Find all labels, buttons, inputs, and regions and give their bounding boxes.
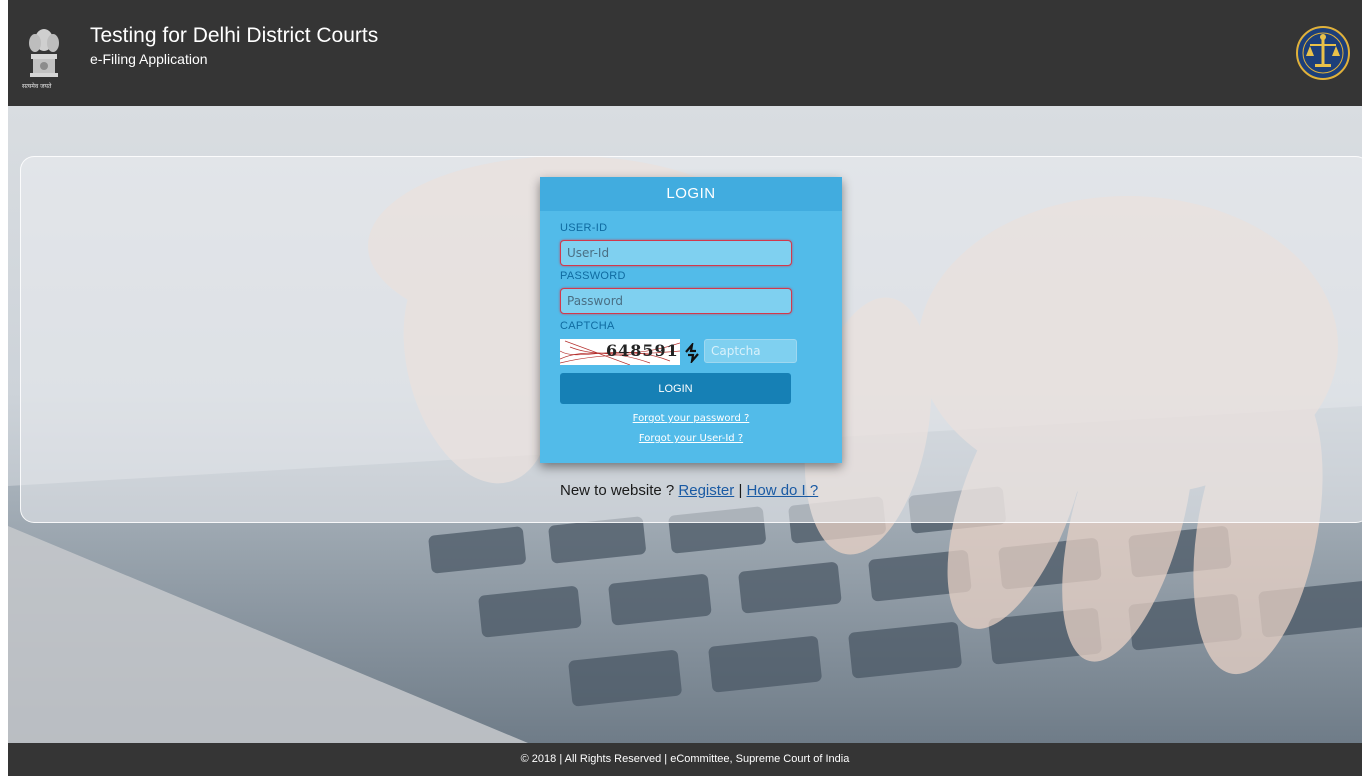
emblem-motto: सत्यमेव जयते bbox=[22, 83, 52, 90]
app-header: सत्यमेव जयते Testing for Delhi District … bbox=[8, 0, 1362, 106]
forgot-userid-link[interactable]: Forgot your User-Id ? bbox=[540, 433, 842, 444]
register-link[interactable]: Register bbox=[678, 482, 734, 499]
how-do-i-link[interactable]: How do I ? bbox=[747, 482, 819, 499]
page: सत्यमेव जयते Testing for Delhi District … bbox=[8, 0, 1362, 776]
login-button[interactable]: LOGIN bbox=[560, 373, 791, 404]
login-heading: LOGIN bbox=[540, 177, 842, 211]
captcha-text: 648591 bbox=[606, 341, 679, 360]
password-label: PASSWORD bbox=[560, 270, 626, 282]
new-to-website-text: New to website ? bbox=[560, 482, 675, 499]
app-title: Testing for Delhi District Courts bbox=[90, 24, 379, 47]
link-separator: | bbox=[738, 482, 743, 499]
captcha-image: 648591 bbox=[560, 339, 680, 365]
footer: © 2018 | All Rights Reserved | eCommitte… bbox=[8, 743, 1362, 776]
captcha-input[interactable] bbox=[704, 339, 797, 363]
captcha-refresh-icon[interactable] bbox=[683, 343, 701, 363]
captcha-label: CAPTCHA bbox=[560, 320, 615, 332]
supreme-court-logo-icon bbox=[1296, 26, 1350, 80]
forgot-password-link[interactable]: Forgot your password ? bbox=[540, 413, 842, 424]
login-card: LOGIN USER-ID PASSWORD CAPTCHA 648591 bbox=[540, 177, 842, 463]
userid-input[interactable] bbox=[560, 240, 792, 266]
password-input[interactable] bbox=[560, 288, 792, 314]
register-row: New to website ? Register | How do I ? bbox=[560, 482, 860, 499]
app-subtitle: e-Filing Application bbox=[90, 51, 208, 67]
userid-label: USER-ID bbox=[560, 222, 608, 234]
